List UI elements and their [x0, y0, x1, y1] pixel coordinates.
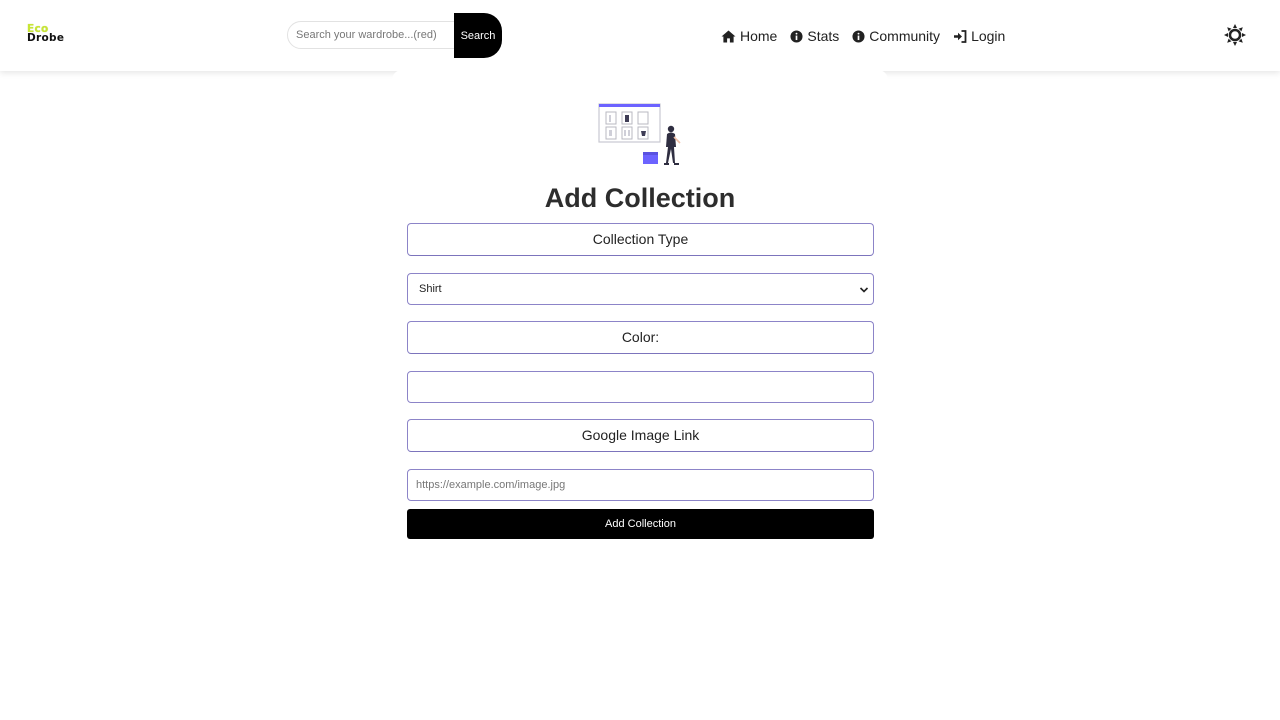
image-link-label: Google Image Link — [407, 419, 874, 452]
logo[interactable]: Eco Drobe — [27, 24, 71, 47]
page-title: Add Collection — [544, 183, 736, 213]
search-button[interactable]: Search — [454, 13, 502, 58]
nav-links: Home Stats Community Login — [721, 27, 1005, 45]
wardrobe-illustration — [598, 103, 686, 167]
nav-stats-link[interactable]: Stats — [790, 28, 839, 44]
info-circle-icon — [790, 29, 803, 43]
add-collection-card: Add Collection Collection Type Shirt Col… — [392, 70, 888, 570]
nav-community-link[interactable]: Community — [852, 28, 940, 44]
collection-type-select[interactable]: Shirt — [407, 273, 874, 305]
color-input[interactable] — [407, 371, 874, 403]
info-circle-icon — [852, 29, 865, 43]
sun-icon — [1224, 24, 1246, 50]
sign-in-icon — [953, 29, 967, 43]
theme-toggle-button[interactable] — [1224, 24, 1246, 46]
home-icon — [721, 29, 736, 43]
search-bar: Search — [287, 13, 502, 58]
nav-community-label: Community — [869, 28, 941, 44]
chevron-down-icon — [859, 285, 869, 297]
collection-type-selected: Shirt — [419, 283, 442, 295]
navbar: Eco Drobe Search Home Stats Community — [0, 0, 1280, 71]
nav-home-label: Home — [740, 28, 778, 44]
add-collection-button[interactable]: Add Collection — [407, 509, 874, 539]
logo-line-drobe: Drobe — [27, 32, 65, 44]
search-input[interactable] — [287, 21, 459, 49]
nav-home-link[interactable]: Home — [721, 28, 777, 44]
nav-login-label: Login — [971, 28, 1006, 44]
nav-stats-label: Stats — [807, 28, 840, 44]
collection-type-label: Collection Type — [407, 223, 874, 256]
nav-login-link[interactable]: Login — [953, 28, 1005, 44]
image-link-input[interactable] — [407, 469, 874, 501]
color-label: Color: — [407, 321, 874, 354]
